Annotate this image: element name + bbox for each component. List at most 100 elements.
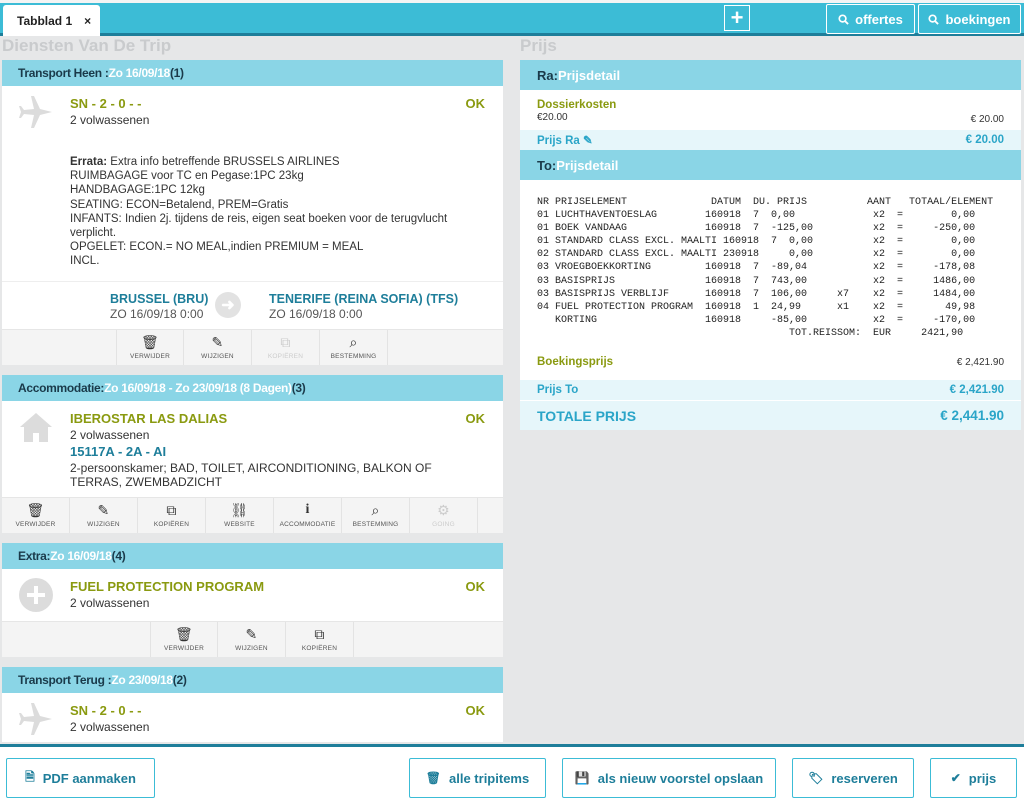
trip-services-list[interactable]: Transport Heen : Zo 16/09/18 (1) OK SN -… bbox=[2, 60, 503, 742]
gear-icon: ⚙ bbox=[437, 501, 450, 518]
verwijder-button[interactable]: 🗑 VERWIJDER bbox=[2, 497, 70, 533]
prijs-button[interactable]: ✔ prijs bbox=[930, 758, 1017, 798]
pencil-icon[interactable]: ✎ bbox=[583, 135, 593, 147]
going-button[interactable]: ⚙ GOING bbox=[410, 497, 478, 533]
check-icon: ✔ bbox=[950, 771, 961, 785]
search-icon bbox=[838, 13, 849, 25]
reserveren-button[interactable]: 🏷 reserveren bbox=[792, 758, 914, 798]
trash-icon: 🗑 bbox=[425, 771, 442, 785]
header-count: (2) bbox=[172, 672, 187, 687]
action-label: GOING bbox=[432, 520, 455, 528]
status-badge: OK bbox=[465, 578, 486, 594]
pdf-label: PDF aanmaken bbox=[42, 770, 136, 786]
errata-line: OPGELET: ECON.= NO MEAL,indien PREMIUM =… bbox=[70, 241, 364, 254]
plus-circle-icon bbox=[18, 577, 54, 613]
flight-title: SN - 2 - 0 - - bbox=[70, 96, 142, 111]
dossier-total: € 20.00 bbox=[970, 114, 1004, 125]
boekingsprijs-label: Boekingsprijs bbox=[537, 356, 614, 369]
action-label: ACCOMMODATIE bbox=[279, 520, 336, 528]
kopieren-button[interactable]: ⧉ KOPIËREN bbox=[138, 497, 206, 533]
errata-text: Errata: Extra info betreffende BRUSSELS … bbox=[70, 155, 487, 269]
boekingen-button[interactable]: boekingen bbox=[918, 4, 1021, 34]
action-label: VERWIJDER bbox=[130, 352, 170, 360]
link-icon: ⛓ bbox=[230, 501, 249, 518]
room-code: 15117A - 2A - AI bbox=[70, 443, 167, 459]
pencil-icon: ✎ bbox=[245, 625, 258, 642]
alle-tripitems-button[interactable]: 🗑 alle tripitems bbox=[409, 758, 546, 798]
tag-icon: 🏷 bbox=[808, 771, 824, 785]
card-header: Accommodatie: Zo 16/09/18 - Zo 23/09/18 … bbox=[2, 374, 503, 401]
action-label: WIJZIGEN bbox=[235, 644, 268, 652]
action-label: KOPIËREN bbox=[301, 644, 338, 652]
bestemming-button[interactable]: ⌕ BESTEMMING bbox=[320, 329, 388, 365]
file-pdf-icon: 🗎 bbox=[25, 769, 35, 784]
tab-close-icon[interactable]: × bbox=[84, 14, 91, 28]
action-label: KOPIËREN bbox=[267, 352, 304, 360]
card-actions: 🗑 VERWIJDER ✎ WIJZIGEN ⧉ KOPIËREN ⌕ BESTEMMI… bbox=[2, 328, 503, 365]
prijs-title: Prijs bbox=[520, 36, 557, 55]
header-count: (3) bbox=[291, 380, 306, 395]
opslaan-button[interactable]: 💾 als nieuw voorstel opslaan bbox=[562, 758, 776, 798]
plane-icon bbox=[18, 701, 54, 737]
pdf-aanmaken-button[interactable]: 🗎 PDF aanmaken bbox=[6, 758, 155, 798]
transport-terug-card: Transport Terug : Zo 23/09/18 (2) OK SN … bbox=[2, 666, 503, 742]
errata-line: HANDBAGAGE:1PC 12kg bbox=[70, 184, 205, 197]
card-body: OK SN - 2 - 0 - - 2 volwassenen Errata: … bbox=[2, 86, 503, 275]
verwijder-button[interactable]: 🗑 VERWIJDER bbox=[116, 329, 184, 365]
boekingsprijs-value: € 2,421.90 bbox=[956, 357, 1004, 369]
errata-line: SEATING: ECON=Betalend, PREM=Gratis bbox=[70, 198, 289, 211]
trash-icon: 🗑 bbox=[175, 625, 193, 642]
opslaan-label: als nieuw voorstel opslaan bbox=[597, 770, 764, 786]
plane-icon bbox=[18, 94, 54, 130]
add-tab-button[interactable]: + bbox=[724, 5, 750, 31]
offertes-label: offertes bbox=[855, 11, 903, 27]
flight-route: BRUSSEL (BRU) ZO 16/09/18 0:00 ➜ TENERIF… bbox=[2, 280, 503, 329]
offertes-button[interactable]: offertes bbox=[826, 4, 915, 34]
totale-value: € 2,441.90 bbox=[940, 408, 1004, 424]
dossier-label: Dossierkosten bbox=[537, 99, 617, 111]
header-label: Extra: bbox=[18, 548, 51, 563]
wijzigen-button[interactable]: ✎ WIJZIGEN bbox=[70, 497, 138, 533]
copy-icon: ⧉ bbox=[314, 625, 325, 642]
card-header: Extra: Zo 16/09/18 (4) bbox=[2, 542, 503, 569]
boekingsprijs-row: Boekingsprijs € 2,421.90 bbox=[520, 356, 1021, 380]
accommodatie-card: Accommodatie: Zo 16/09/18 - Zo 23/09/18 … bbox=[2, 374, 503, 533]
arrow-right-icon: ➜ bbox=[215, 291, 241, 318]
bestemming-button[interactable]: ⌕ BESTEMMING bbox=[342, 497, 410, 533]
errata-first: Extra info betreffende BRUSSELS AIRLINES bbox=[107, 156, 340, 168]
zoom-icon: ⌕ bbox=[349, 333, 358, 350]
dossierkosten-row: Dossierkosten €20.00 € 20.00 bbox=[520, 90, 1021, 130]
action-label: VERWIJDER bbox=[164, 644, 204, 652]
pencil-icon: ✎ bbox=[211, 333, 224, 350]
info-icon: i bbox=[305, 501, 310, 517]
totale-label: TOTALE PRIJS bbox=[537, 407, 637, 424]
wijzigen-button[interactable]: ✎ WIJZIGEN bbox=[184, 329, 252, 365]
card-body: OK FUEL PROTECTION PROGRAM 2 volwassenen bbox=[2, 569, 503, 621]
card-actions: 🗑 VERWIJDER ✎ WIJZIGEN ⧉ KOPIËREN ⛓ WEBSITE … bbox=[2, 496, 503, 533]
to-city: TENERIFE (REINA SOFIA) (TFS) bbox=[269, 291, 459, 306]
from-city: BRUSSEL (BRU) bbox=[110, 291, 209, 306]
header-date: Zo 23/09/18 bbox=[111, 672, 173, 687]
prijs-to-label: Prijs To bbox=[537, 384, 579, 397]
wijzigen-button[interactable]: ✎ WIJZIGEN bbox=[218, 621, 286, 657]
to-header: To: Prijsdetail bbox=[520, 150, 1021, 180]
kopieren-button[interactable]: ⧉ KOPIËREN bbox=[252, 329, 320, 365]
boekingen-label: boekingen bbox=[945, 11, 1011, 27]
passengers: 2 volwassenen bbox=[70, 113, 150, 127]
accommodatie-info-button[interactable]: i ACCOMMODATIE bbox=[274, 497, 342, 533]
status-badge: OK bbox=[465, 410, 486, 426]
price-panel: Ra: Prijsdetail Dossierkosten €20.00 € 2… bbox=[520, 60, 1021, 431]
verwijder-button[interactable]: 🗑 VERWIJDER bbox=[150, 621, 218, 657]
header-date: Zo 16/09/18 - Zo 23/09/18 (8 Dagen) bbox=[104, 380, 292, 395]
errata-line: RUIMBAGAGE voor TC en Pegase:1PC 23kg bbox=[70, 170, 304, 183]
prijs-ra-label: Prijs Ra ✎ bbox=[537, 133, 593, 147]
action-label: KOPIËREN bbox=[153, 520, 190, 528]
hotel-title: IBEROSTAR LAS DALIAS bbox=[70, 410, 228, 426]
action-label: VERWIJDER bbox=[15, 520, 56, 528]
website-button[interactable]: ⛓ WEBSITE bbox=[206, 497, 274, 533]
flight-title: SN - 2 - 0 - - bbox=[70, 702, 142, 718]
trash-icon: 🗑 bbox=[26, 501, 45, 518]
trash-icon: 🗑 bbox=[141, 333, 159, 350]
tab-tabblad-1[interactable]: Tabblad 1 × bbox=[3, 5, 100, 36]
kopieren-button[interactable]: ⧉ KOPIËREN bbox=[286, 621, 354, 657]
